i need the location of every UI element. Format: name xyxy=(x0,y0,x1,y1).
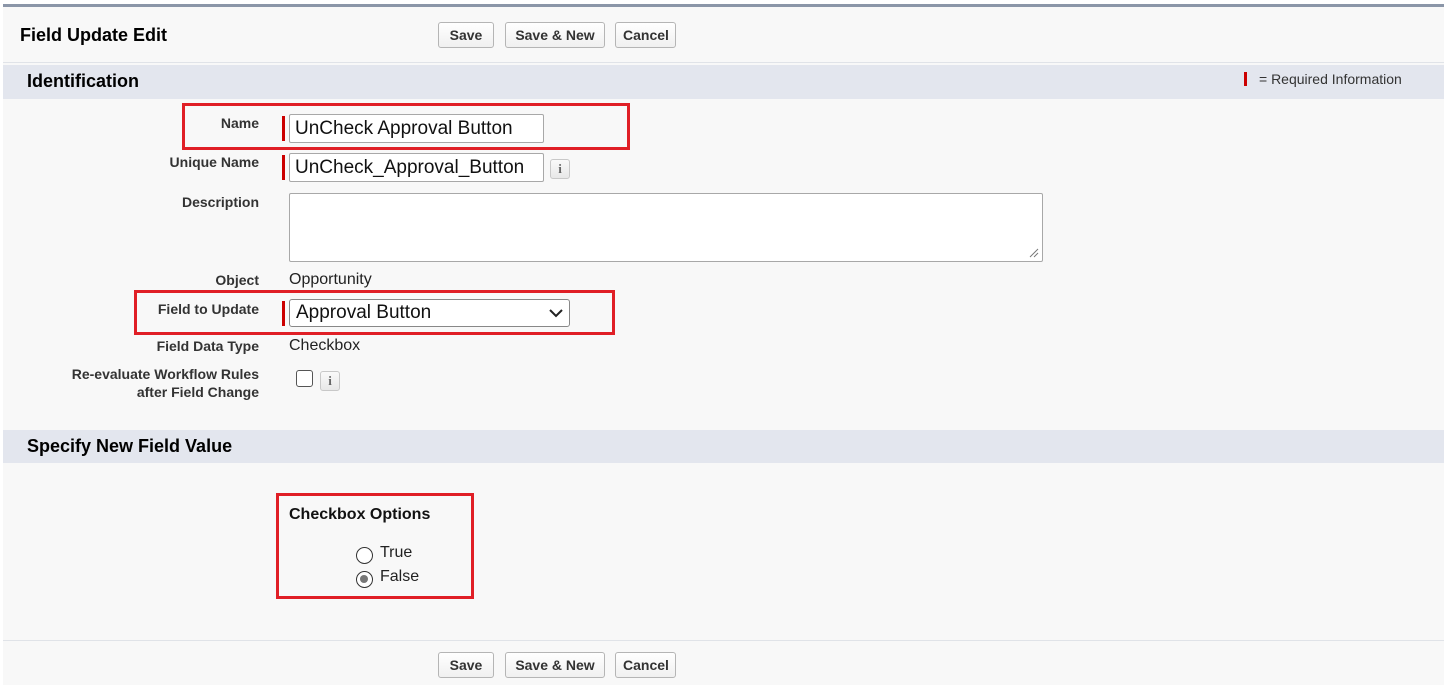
resize-grip-icon[interactable] xyxy=(1029,248,1039,258)
required-information-legend: = Required Information xyxy=(1259,71,1402,87)
unique-name-input[interactable]: UnCheck_Approval_Button xyxy=(289,153,544,182)
identification-section-bar xyxy=(3,65,1444,99)
field-data-type-label: Field Data Type xyxy=(156,338,259,354)
footer-save-button[interactable]: Save xyxy=(438,652,494,678)
info-icon[interactable]: i xyxy=(550,159,570,179)
info-icon[interactable]: i xyxy=(320,371,340,391)
reevaluate-workflow-label: Re-evaluate Workflow Rules after Field C… xyxy=(72,365,259,401)
identification-section-title: Identification xyxy=(27,71,139,91)
save-and-new-button[interactable]: Save & New xyxy=(505,22,605,48)
description-textarea[interactable] xyxy=(289,193,1043,262)
footer-save-and-new-button[interactable]: Save & New xyxy=(505,652,605,678)
unique-name-label: Unique Name xyxy=(169,154,259,170)
highlight-box-name xyxy=(182,103,630,150)
highlight-box-field-to-update xyxy=(134,290,615,335)
field-data-type-value: Checkbox xyxy=(289,337,361,354)
save-button[interactable]: Save xyxy=(438,22,494,48)
highlight-box-checkbox-options xyxy=(276,493,474,599)
reevaluate-label-line2: after Field Change xyxy=(136,384,259,400)
required-indicator xyxy=(1244,72,1247,86)
new-value-section-title: Specify New Field Value xyxy=(27,436,233,456)
page-title: Field Update Edit xyxy=(20,25,168,45)
footer-cancel-button[interactable]: Cancel xyxy=(615,652,676,678)
required-indicator xyxy=(282,155,285,180)
divider xyxy=(3,62,1444,63)
object-value: Opportunity xyxy=(289,271,372,288)
reevaluate-workflow-checkbox[interactable] xyxy=(296,370,313,387)
cancel-button[interactable]: Cancel xyxy=(615,22,676,48)
description-label: Description xyxy=(181,194,259,210)
reevaluate-label-line1: Re-evaluate Workflow Rules xyxy=(71,366,259,382)
object-label: Object xyxy=(215,272,259,288)
divider xyxy=(3,640,1444,641)
